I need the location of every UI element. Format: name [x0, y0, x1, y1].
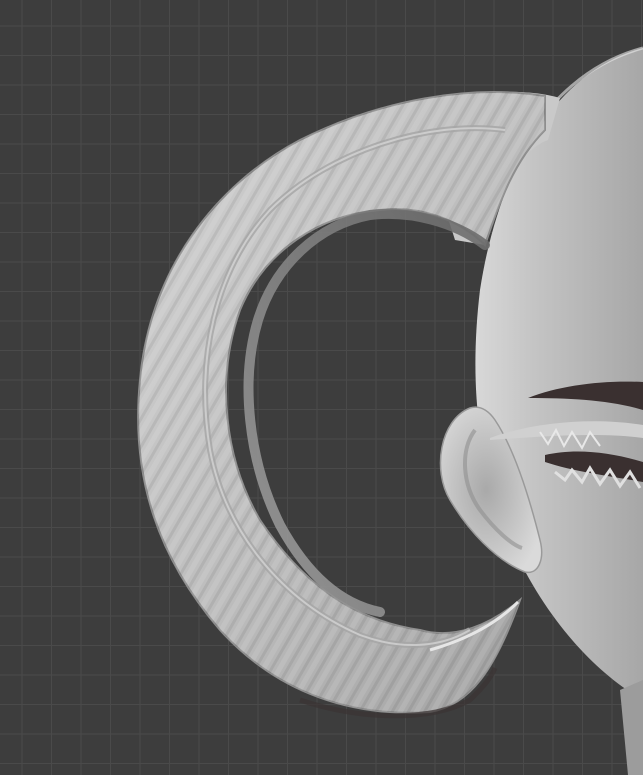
- 3d-viewport[interactable]: [0, 0, 643, 775]
- neck: [620, 680, 643, 775]
- viewport-scene: [137, 46, 643, 775]
